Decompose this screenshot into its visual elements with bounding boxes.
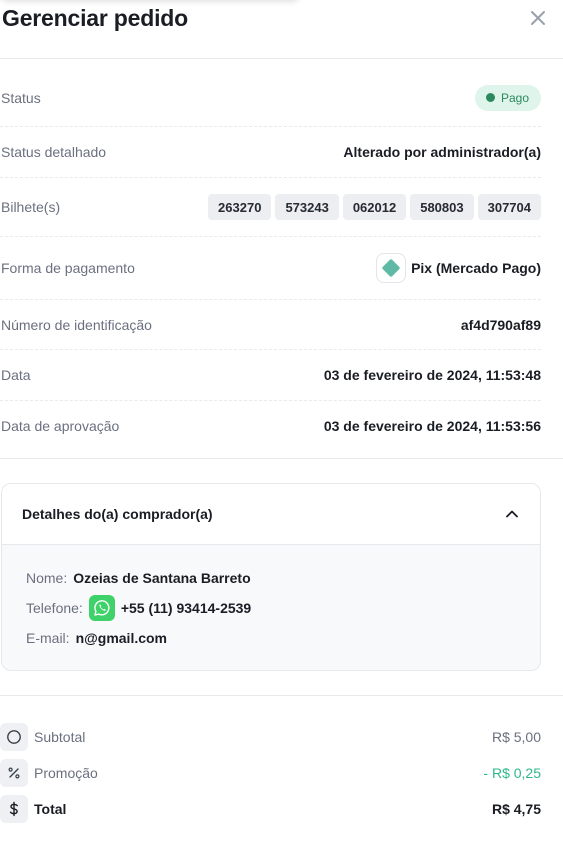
buyer-email-line: E-mail: n@gmail.com [26,623,540,653]
tickets-label: Bilhete(s) [1,199,61,215]
row-approval-date: Data de aprovação 03 de fevereiro de 202… [0,401,541,451]
promo-row: Promoção - R$ 0,25 [0,755,541,791]
row-status-detail: Status detalhado Alterado por administra… [0,127,541,178]
payment-label: Forma de pagamento [1,260,135,276]
buyer-name-label: Nome: [26,570,68,586]
circle-icon [0,723,28,751]
approval-date-value: 03 de fevereiro de 2024, 11:53:56 [323,418,541,434]
ticket-chip: 573243 [275,194,339,220]
status-dot-icon [485,93,495,102]
ticket-chip: 307704 [477,194,541,220]
divider [0,458,563,459]
total-row: Total R$ 4,75 [0,791,541,827]
ticket-list: 263270 573243 062012 580803 307704 [208,194,541,220]
order-totals: Subtotal R$ 5,00 Promoção - R$ 0,25 Tota… [0,719,541,827]
approval-date-label: Data de aprovação [1,418,120,434]
payment-value: Pix (Mercado Pago) [411,260,541,276]
buyer-phone: +55 (11) 93414-2539 [120,600,252,616]
promo-value: - R$ 0,25 [483,765,541,781]
buyer-email-label: E-mail: [26,630,70,646]
close-button[interactable] [527,7,549,29]
id-label: Número de identificação [1,316,152,333]
buyer-name-line: Nome: Ozeias de Santana Barreto [26,563,540,593]
divider [0,695,563,696]
percent-icon [0,759,28,787]
row-date: Data 03 de fevereiro de 2024, 11:53:48 [0,350,541,401]
ticket-chip: 062012 [342,194,407,220]
buyer-details-toggle[interactable]: Detalhes do(a) comprador(a) [2,484,540,545]
ticket-chip: 263270 [208,194,272,220]
whatsapp-button[interactable] [88,595,115,621]
buyer-email: n@gmail.com [75,630,168,646]
buyer-details-body: Nome: Ozeias de Santana Barreto Telefone… [2,545,540,653]
buyer-details-card: Detalhes do(a) comprador(a) Nome: Ozeias… [1,483,541,671]
total-value: R$ 4,75 [491,801,541,817]
ticket-chip: 580803 [410,194,474,220]
subtotal-value: R$ 5,00 [491,729,541,745]
status-value: Pago [500,90,529,105]
id-value: af4d790af89 [460,316,541,333]
chevron-up-icon [506,510,518,518]
row-status: Status Pago [0,69,541,127]
payment-method: Pix (Mercado Pago) [376,253,541,283]
status-detail-label: Status detalhado [1,144,107,160]
whatsapp-icon [94,600,110,616]
promo-label: Promoção [34,765,98,781]
status-badge: Pago [474,84,541,111]
dollar-icon [0,795,28,823]
row-payment-method: Forma de pagamento Pix (Mercado Pago) [0,237,541,300]
order-details: Status Pago Status detalhado Alterado po… [0,69,541,451]
buyer-details-title: Detalhes do(a) comprador(a) [22,506,213,522]
modal-header: Gerenciar pedido [0,0,563,59]
buyer-phone-line: Telefone: +55 (11) 93414-2539 [26,593,540,623]
date-value: 03 de fevereiro de 2024, 11:53:48 [323,367,541,383]
subtotal-label: Subtotal [34,729,86,745]
buyer-phone-label: Telefone: [26,600,83,616]
close-icon [531,11,545,25]
pix-icon [376,253,407,283]
subtotal-row: Subtotal R$ 5,00 [0,719,541,755]
page-title: Gerenciar pedido [2,5,188,31]
date-label: Data [1,367,31,383]
status-detail-value: Alterado por administrador(a) [343,144,541,160]
row-identification: Número de identificação af4d790af89 [0,300,541,350]
status-label: Status [1,89,41,106]
total-label: Total [34,801,67,817]
row-tickets: Bilhete(s) 263270 573243 062012 580803 3… [0,178,541,237]
buyer-name: Ozeias de Santana Barreto [73,570,251,586]
